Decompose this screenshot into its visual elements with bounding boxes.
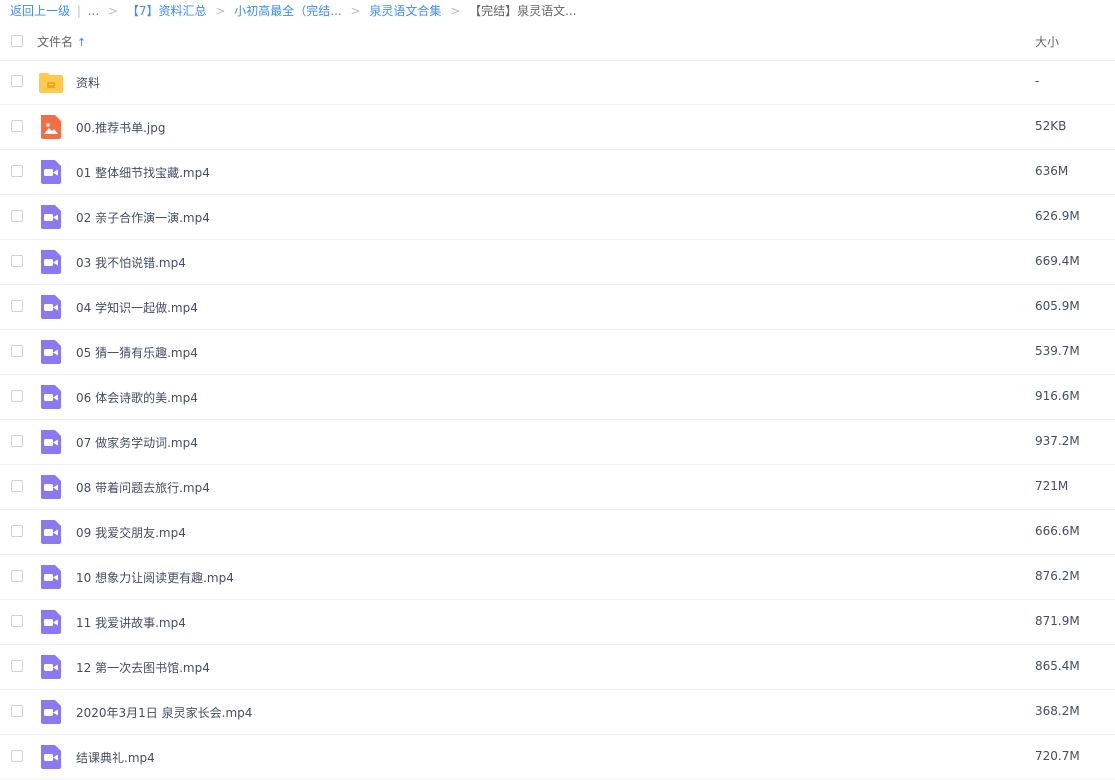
row-checkbox[interactable]: [11, 705, 23, 717]
file-name[interactable]: 01 整体细节找宝藏.mp4: [76, 164, 210, 181]
breadcrumb-item-1[interactable]: 【7】资料汇总: [127, 4, 207, 18]
file-name[interactable]: 07 做家务学动词.mp4: [76, 434, 198, 451]
file-name[interactable]: 资料: [76, 74, 100, 91]
video-icon: [38, 385, 64, 409]
row-checkbox[interactable]: [11, 165, 23, 177]
breadcrumb-separator: >: [215, 4, 226, 18]
file-row[interactable]: 12 第一次去图书馆.mp4 865.4M: [0, 645, 1115, 690]
file-row[interactable]: 09 我爱交朋友.mp4 666.6M: [0, 510, 1115, 555]
file-row[interactable]: 02 亲子合作演一演.mp4 626.9M: [0, 195, 1115, 240]
video-icon: [38, 655, 64, 679]
sort-ascending-icon[interactable]: ↑: [77, 36, 86, 49]
file-name[interactable]: 04 学知识一起做.mp4: [76, 299, 198, 316]
breadcrumb-separator: >: [108, 4, 119, 18]
image-icon: [38, 115, 64, 139]
file-size: 666.6M: [1035, 524, 1080, 538]
video-icon: [38, 700, 64, 724]
video-icon: [38, 475, 64, 499]
file-size: 937.2M: [1035, 434, 1080, 448]
file-size: 669.4M: [1035, 254, 1080, 268]
video-icon: [38, 520, 64, 544]
file-name[interactable]: 09 我爱交朋友.mp4: [76, 524, 186, 541]
breadcrumb: 返回上一级 | ... > 【7】资料汇总 > 小初高最全（完结... > 泉灵…: [0, 0, 1115, 22]
file-name[interactable]: 11 我爱讲故事.mp4: [76, 614, 186, 631]
breadcrumb-item-2[interactable]: 小初高最全（完结...: [234, 4, 341, 18]
video-icon: [38, 250, 64, 274]
row-checkbox[interactable]: [11, 120, 23, 132]
back-link[interactable]: 返回上一级: [10, 4, 70, 18]
file-size: 865.4M: [1035, 659, 1080, 673]
row-checkbox[interactable]: [11, 255, 23, 267]
video-icon: [38, 160, 64, 184]
row-checkbox[interactable]: [11, 390, 23, 402]
row-checkbox[interactable]: [11, 435, 23, 447]
breadcrumb-separator: >: [350, 4, 361, 18]
row-checkbox[interactable]: [11, 525, 23, 537]
file-size: -: [1035, 74, 1040, 88]
file-name[interactable]: 08 带着问题去旅行.mp4: [76, 479, 210, 496]
file-size: 721M: [1035, 479, 1069, 493]
file-list-header: 文件名 ↑ 大小: [0, 22, 1115, 61]
video-icon: [38, 340, 64, 364]
file-row[interactable]: 06 体会诗歌的美.mp4 916.6M: [0, 375, 1115, 420]
file-row[interactable]: 10 想象力让阅读更有趣.mp4 876.2M: [0, 555, 1115, 600]
file-size: 52KB: [1035, 119, 1067, 133]
folder-row[interactable]: 资料 -: [0, 61, 1115, 105]
file-size: 605.9M: [1035, 299, 1080, 313]
row-checkbox[interactable]: [11, 480, 23, 492]
file-name[interactable]: 03 我不怕说错.mp4: [76, 254, 186, 271]
file-size: 916.6M: [1035, 389, 1080, 403]
breadcrumb-item-3[interactable]: 泉灵语文合集: [369, 4, 441, 18]
row-checkbox[interactable]: [11, 660, 23, 672]
file-name[interactable]: 12 第一次去图书馆.mp4: [76, 659, 210, 676]
file-row[interactable]: 11 我爱讲故事.mp4 871.9M: [0, 600, 1115, 645]
row-checkbox[interactable]: [11, 615, 23, 627]
file-row[interactable]: 03 我不怕说错.mp4 669.4M: [0, 240, 1115, 285]
name-column-header[interactable]: 文件名 ↑: [37, 33, 86, 50]
video-icon: [38, 565, 64, 589]
file-size: 636M: [1035, 164, 1069, 178]
row-checkbox[interactable]: [11, 570, 23, 582]
size-column-header[interactable]: 大小: [1035, 33, 1059, 50]
breadcrumb-current: 【完结】泉灵语文...: [469, 4, 577, 18]
file-name[interactable]: 结课典礼.mp4: [76, 749, 155, 766]
file-list: 资料 - 00.推荐书单.jpg 52KB 01 整体细节找宝藏.mp4 636M 02 亲…: [0, 61, 1115, 780]
breadcrumb-divider: |: [76, 4, 81, 18]
file-row[interactable]: 2020年3月1日 泉灵家长会.mp4 368.2M: [0, 690, 1115, 735]
file-row[interactable]: 01 整体细节找宝藏.mp4 636M: [0, 150, 1115, 195]
row-checkbox[interactable]: [11, 345, 23, 357]
breadcrumb-separator: >: [450, 4, 461, 18]
file-row[interactable]: 00.推荐书单.jpg 52KB: [0, 105, 1115, 150]
file-name[interactable]: 10 想象力让阅读更有趣.mp4: [76, 569, 234, 586]
folder-icon: [38, 70, 64, 94]
file-row[interactable]: 04 学知识一起做.mp4 605.9M: [0, 285, 1115, 330]
file-row[interactable]: 结课典礼.mp4 720.7M: [0, 735, 1115, 780]
file-row[interactable]: 07 做家务学动词.mp4 937.2M: [0, 420, 1115, 465]
row-checkbox[interactable]: [11, 300, 23, 312]
video-icon: [38, 295, 64, 319]
row-checkbox[interactable]: [11, 210, 23, 222]
file-name[interactable]: 2020年3月1日 泉灵家长会.mp4: [76, 704, 252, 721]
file-name[interactable]: 00.推荐书单.jpg: [76, 119, 165, 136]
row-checkbox[interactable]: [11, 75, 23, 87]
video-icon: [38, 205, 64, 229]
file-name[interactable]: 05 猜一猜有乐趣.mp4: [76, 344, 198, 361]
row-checkbox[interactable]: [11, 750, 23, 762]
file-name[interactable]: 06 体会诗歌的美.mp4: [76, 389, 198, 406]
file-size: 871.9M: [1035, 614, 1080, 628]
file-row[interactable]: 05 猜一猜有乐趣.mp4 539.7M: [0, 330, 1115, 375]
file-size: 720.7M: [1035, 749, 1080, 763]
file-size: 626.9M: [1035, 209, 1080, 223]
file-name[interactable]: 02 亲子合作演一演.mp4: [76, 209, 210, 226]
file-row[interactable]: 08 带着问题去旅行.mp4 721M: [0, 465, 1115, 510]
file-size: 539.7M: [1035, 344, 1080, 358]
video-icon: [38, 745, 64, 769]
video-icon: [38, 430, 64, 454]
video-icon: [38, 610, 64, 634]
select-all-checkbox[interactable]: [11, 35, 23, 47]
file-size: 368.2M: [1035, 704, 1080, 718]
file-size: 876.2M: [1035, 569, 1080, 583]
name-column-label: 文件名: [37, 35, 74, 49]
breadcrumb-ellipsis[interactable]: ...: [88, 4, 99, 18]
